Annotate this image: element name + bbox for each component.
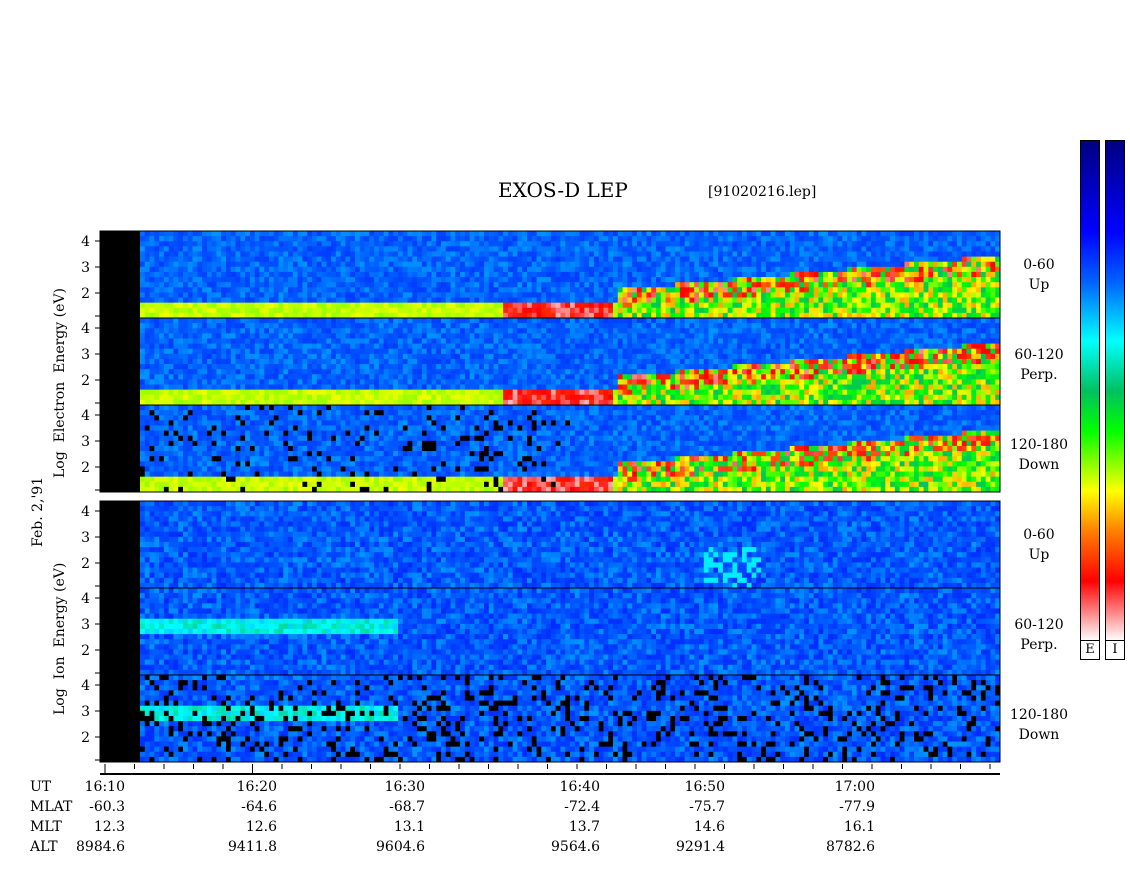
y-tick-label: 4 bbox=[81, 234, 90, 250]
colorbar-electron: E bbox=[1080, 140, 1100, 660]
colorbar-ion: I bbox=[1105, 140, 1125, 660]
table-cell-mlat: -68.7 bbox=[389, 799, 425, 815]
y-tick-label: 4 bbox=[81, 408, 90, 424]
table-cell-ut: 17:00 bbox=[834, 779, 875, 795]
no-data-strip bbox=[100, 231, 140, 318]
table-cell-alt: 9411.8 bbox=[228, 839, 277, 855]
y-tick-label: 2 bbox=[81, 556, 90, 572]
y-tick-label: 3 bbox=[81, 704, 90, 720]
no-data-strip bbox=[100, 675, 140, 762]
y-tick-label: 2 bbox=[81, 286, 90, 302]
table-cell-alt: 8782.6 bbox=[826, 839, 875, 855]
y-tick-label: 3 bbox=[81, 530, 90, 546]
panel-2 bbox=[99, 317, 1001, 406]
table-cell-mlt: 14.6 bbox=[693, 819, 725, 835]
ion-axis-label: Log Ion Energy (eV) bbox=[52, 562, 68, 715]
y-tick-label: 3 bbox=[81, 260, 90, 276]
table-cell-mlt: 12.6 bbox=[245, 819, 277, 835]
table-cell-alt: 8984.6 bbox=[76, 839, 125, 855]
y-tick-label: 2 bbox=[81, 373, 90, 389]
table-cell-alt: 9291.4 bbox=[676, 839, 725, 855]
table-cell-ut: 16:10 bbox=[84, 779, 125, 795]
y-tick-label: 4 bbox=[81, 678, 90, 694]
no-data-strip bbox=[100, 501, 140, 588]
table-cell-mlat: -72.4 bbox=[564, 799, 600, 815]
table-cell-mlt: 16.1 bbox=[843, 819, 875, 835]
no-data-strip bbox=[100, 318, 140, 405]
table-cell-mlat: -60.3 bbox=[89, 799, 125, 815]
panel-label-3: 120-180 Down bbox=[1009, 437, 1069, 473]
table-cell-mlt: 12.3 bbox=[93, 819, 125, 835]
y-tick-label: 3 bbox=[81, 617, 90, 633]
panel-1 bbox=[99, 230, 1001, 319]
panel-label-2: 60-120 Perp. bbox=[1014, 347, 1064, 383]
table-cell-ut: 16:40 bbox=[559, 779, 600, 795]
panel-label-5: 60-120 Perp. bbox=[1014, 617, 1064, 653]
table-cell-mlt: 13.1 bbox=[393, 819, 425, 835]
y-tick-label: 2 bbox=[81, 730, 90, 746]
no-data-strip bbox=[100, 588, 140, 675]
table-cell-mlat: -75.7 bbox=[689, 799, 725, 815]
table-cell-mlt: 13.7 bbox=[568, 819, 600, 835]
y-tick-label: 3 bbox=[81, 347, 90, 363]
table-cell-alt: 9604.6 bbox=[376, 839, 425, 855]
y-tick-label: 2 bbox=[81, 460, 90, 476]
date-label: Feb. 2,'91 bbox=[30, 476, 46, 547]
y-tick-label: 4 bbox=[81, 504, 90, 520]
y-tick-label: 4 bbox=[81, 591, 90, 607]
spectrogram-chart: 2 3 4 2 3 4 2 3 4 2 3 4 2 3 4 2 3 4 bbox=[81, 230, 1001, 775]
panel-label-6: 120-180 Down bbox=[1009, 707, 1069, 743]
table-cell-ut: 16:20 bbox=[236, 779, 277, 795]
table-cell-alt: 9564.6 bbox=[551, 839, 600, 855]
table-cell-mlat: -64.6 bbox=[241, 799, 277, 815]
panel-label-4: 0-60 Up bbox=[1023, 527, 1055, 563]
table-cell-mlat: -77.9 bbox=[839, 799, 875, 815]
y-tick-label: 4 bbox=[81, 321, 90, 337]
table-cell-ut: 16:50 bbox=[684, 779, 725, 795]
panel-6 bbox=[99, 674, 1001, 763]
panel-label-1: 0-60 Up bbox=[1023, 257, 1055, 293]
electron-axis-label: Log Electron Energy (eV) bbox=[52, 288, 68, 478]
panel-3 bbox=[99, 404, 1001, 493]
table-cell-ut: 16:30 bbox=[384, 779, 425, 795]
no-data-strip bbox=[100, 405, 140, 492]
y-tick-label: 2 bbox=[81, 643, 90, 659]
y-tick-label: 3 bbox=[81, 434, 90, 450]
panel-5 bbox=[99, 587, 1001, 676]
panel-4 bbox=[99, 500, 1001, 589]
